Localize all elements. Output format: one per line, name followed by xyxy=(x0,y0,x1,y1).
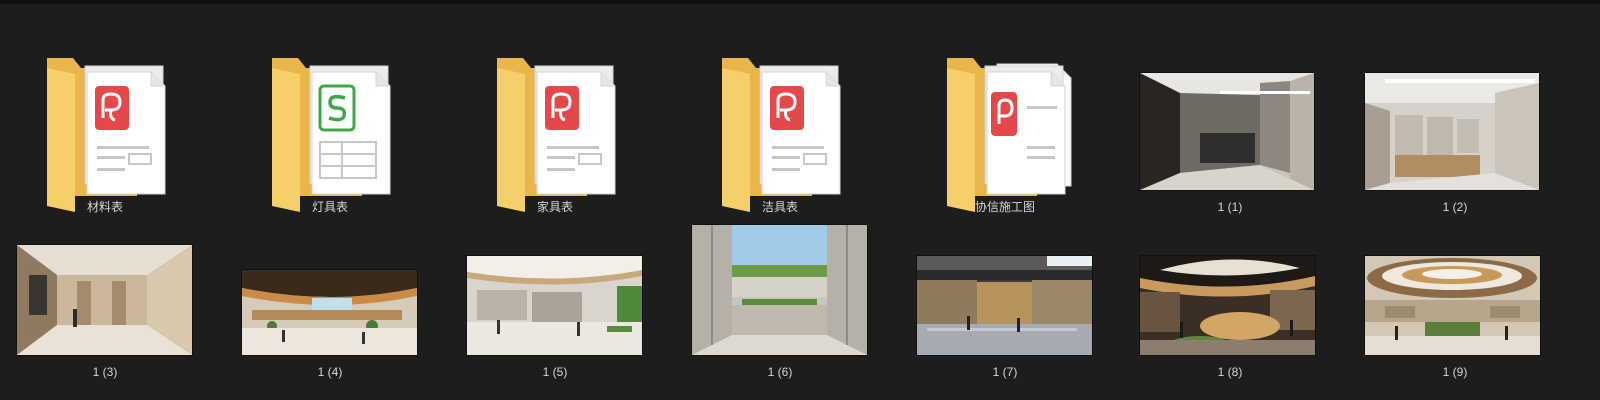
folder-item-2[interactable]: 灯具表 xyxy=(230,20,430,220)
image-thumbnail xyxy=(467,256,642,355)
folder-item-4[interactable]: 洁具表 xyxy=(680,20,880,220)
folder-item-1[interactable]: 材料表 xyxy=(5,20,205,220)
image-item-5[interactable]: 1 (5) xyxy=(455,225,655,385)
image-label: 1 (9) xyxy=(1442,365,1468,379)
image-thumbnail xyxy=(1365,73,1539,190)
image-item-1[interactable]: 1 (1) xyxy=(1130,20,1330,220)
image-label: 1 (8) xyxy=(1217,365,1243,379)
folder-icon xyxy=(720,46,850,216)
folder-item-3[interactable]: 家具表 xyxy=(455,20,655,220)
image-thumbnail xyxy=(1140,73,1314,190)
image-thumbnail xyxy=(692,225,867,355)
image-item-2[interactable]: 1 (2) xyxy=(1355,20,1555,220)
image-label: 1 (1) xyxy=(1217,200,1243,214)
image-label: 1 (5) xyxy=(542,365,568,379)
image-item-7[interactable]: 1 (7) xyxy=(905,225,1105,385)
image-thumbnail xyxy=(1140,256,1315,355)
image-label: 1 (2) xyxy=(1442,200,1468,214)
image-item-3[interactable]: 1 (3) xyxy=(5,225,205,385)
image-label: 1 (3) xyxy=(92,365,118,379)
image-thumbnail xyxy=(17,245,192,355)
folder-label: 家具表 xyxy=(536,200,573,214)
folder-label: 灯具表 xyxy=(311,200,348,214)
folder-item-5[interactable]: 协信施工图 xyxy=(905,20,1105,220)
folder-label: 洁具表 xyxy=(761,200,798,214)
folder-icon xyxy=(495,46,625,216)
image-item-8[interactable]: 1 (8) xyxy=(1130,225,1330,385)
image-item-4[interactable]: 1 (4) xyxy=(230,225,430,385)
folder-icon xyxy=(45,46,175,216)
window-top-border xyxy=(0,0,1600,4)
folder-label: 协信施工图 xyxy=(974,200,1035,214)
image-thumbnail xyxy=(917,256,1092,355)
image-label: 1 (7) xyxy=(992,365,1018,379)
image-thumbnail xyxy=(1365,256,1540,355)
image-label: 1 (6) xyxy=(767,365,793,379)
image-label: 1 (4) xyxy=(317,365,343,379)
folder-icon xyxy=(270,46,400,216)
image-item-9[interactable]: 1 (9) xyxy=(1355,225,1555,385)
folder-label: 材料表 xyxy=(86,200,123,214)
image-thumbnail xyxy=(242,270,417,355)
image-item-6[interactable]: 1 (6) xyxy=(680,225,880,385)
folder-icon xyxy=(945,46,1075,216)
